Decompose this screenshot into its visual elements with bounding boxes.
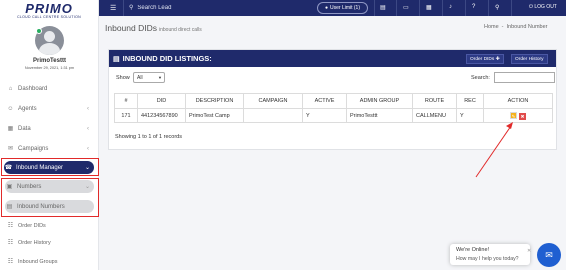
chat-message: How may I help you today? — [456, 256, 519, 262]
chat-bubble-icon: ✉ — [545, 249, 553, 260]
chat-popup[interactable]: We're Online! How may I help you today? — [450, 244, 530, 265]
annotation-arrow — [475, 122, 513, 178]
close-icon[interactable]: ✕ — [527, 248, 531, 254]
chat-launcher-button[interactable]: ✉ — [537, 243, 561, 267]
chat-title: We're Online! — [456, 247, 490, 253]
